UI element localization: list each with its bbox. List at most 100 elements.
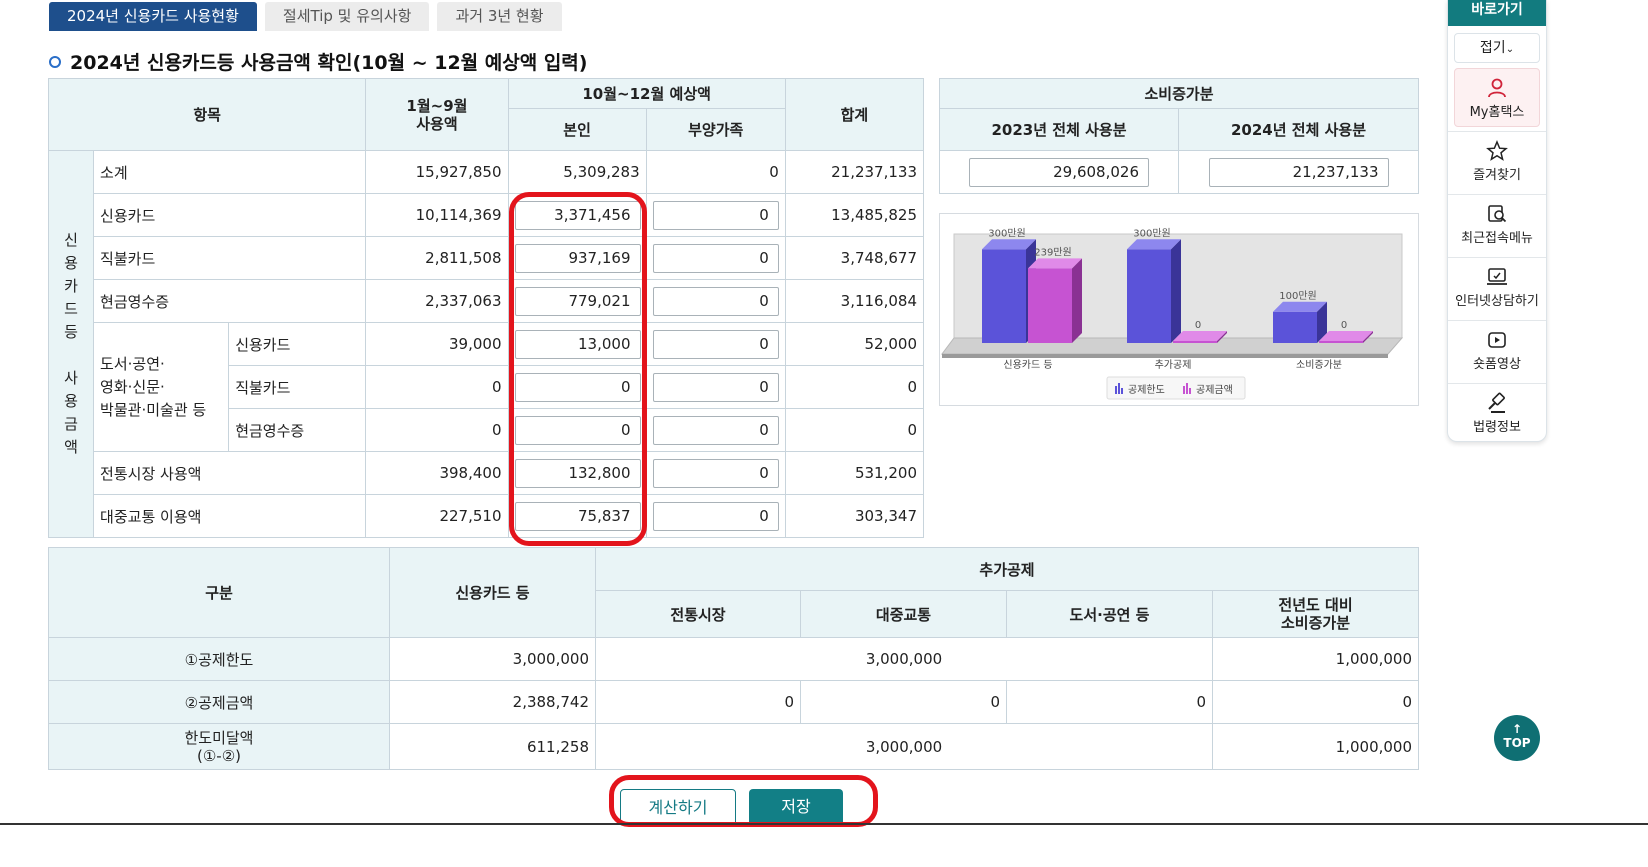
culture-credit-total: 52,000	[784, 322, 925, 366]
culture-debit-total: 0	[784, 365, 925, 409]
subtotal-jan-sep: 15,927,850	[365, 150, 509, 194]
tab-past-3-years[interactable]: 과거 3년 현황	[437, 2, 562, 31]
culture-debit-jan-sep: 0	[365, 365, 509, 409]
legend-icon-bar	[1189, 388, 1191, 394]
gavel-icon	[1488, 392, 1505, 413]
row-label-culture-debit: 직불카드	[228, 365, 367, 409]
row-label-limit: ①공제한도	[48, 637, 390, 681]
amount-card: 2,388,742	[389, 680, 596, 724]
culture-credit-self-input[interactable]: 13,000	[514, 329, 641, 359]
legend-label: 공제금액	[1196, 384, 1233, 396]
credit-self-input[interactable]: 3,371,456	[514, 200, 641, 230]
culture-cash-dependent-input[interactable]: 0	[652, 415, 779, 445]
credit-dependent-input[interactable]: 0	[652, 200, 779, 230]
limit-card: 3,000,000	[389, 637, 596, 681]
group-label-vertical: 신용카드등 사용금액	[47, 150, 95, 538]
culture-debit-dependent-input[interactable]: 0	[652, 372, 779, 402]
tab-2024-usage[interactable]: 2024년 신용카드 사용현황	[49, 2, 257, 31]
bar-1-1	[1173, 341, 1217, 343]
tab-tax-tips[interactable]: 절세Tip 및 유의사항	[264, 2, 430, 31]
legend-icon-bar	[1183, 386, 1185, 394]
group-label-char: 액	[64, 438, 78, 456]
deduction-chart-svg: 300만원 239만원신용카드 등 300만원 0 추가공제 100만원 0 소비증가분공제한…	[941, 227, 1404, 400]
fold-button[interactable]: 접기⌄	[1454, 33, 1540, 63]
legend-icon-bar	[1115, 386, 1117, 394]
header-category: 구분	[48, 547, 390, 638]
bar-side-0-1	[1171, 239, 1181, 343]
culture-credit-dependent-input[interactable]: 0	[652, 329, 779, 359]
person-icon	[1488, 78, 1506, 98]
quick-item-label: 숏폼영상	[1473, 357, 1521, 372]
debit-self-input[interactable]: 937,169	[514, 243, 641, 273]
arrow-up-icon: ↑	[1511, 722, 1523, 736]
cash-jan-sep: 2,337,063	[365, 279, 509, 323]
amount-market: 0	[595, 680, 801, 724]
quick-item-consult[interactable]: 인터넷상담하기	[1448, 257, 1546, 320]
culture-credit-jan-sep: 39,000	[365, 322, 509, 366]
legend-label: 공제한도	[1128, 384, 1165, 396]
chevron-down-icon: ⌄	[1505, 44, 1515, 55]
quick-item-label: 즐겨찾기	[1473, 168, 1521, 183]
header-2023-usage: 2023년 전체 사용분	[939, 108, 1179, 151]
cash-self-input[interactable]: 779,021	[514, 286, 641, 316]
quick-item-label: 최근접속메뉴	[1461, 231, 1533, 246]
market-total: 531,200	[784, 451, 925, 495]
limit-extra: 3,000,000	[595, 637, 1213, 681]
bar-value-label: 0	[1195, 320, 1201, 331]
bar-1-0	[1028, 268, 1072, 343]
fold-label: 접기	[1479, 40, 1506, 56]
page-title: 2024년 신용카드등 사용금액 확인(10월 ~ 12월 예상액 입력)	[49, 48, 587, 75]
cash-dependent-input[interactable]: 0	[652, 286, 779, 316]
market-dependent-input[interactable]: 0	[652, 458, 779, 488]
group-label-char: 카	[64, 277, 78, 295]
quick-item-shorts[interactable]: 숏폼영상	[1448, 320, 1546, 383]
bar-value-label: 300만원	[988, 227, 1026, 239]
side-title: 소비증가분	[938, 78, 1420, 109]
row-label-culture-credit: 신용카드	[228, 322, 367, 366]
calculate-button[interactable]: 계산하기	[620, 789, 736, 825]
header-increase: 전년도 대비 소비증가분	[1211, 590, 1420, 638]
row-label-credit: 신용카드	[93, 193, 367, 237]
subtotal-self: 5,309,283	[507, 150, 647, 194]
quick-item-recent[interactable]: 최근접속메뉴	[1448, 194, 1546, 257]
culture-debit-self-input[interactable]: 0	[514, 372, 641, 402]
header-jan-sep: 1월~9월 사용액	[365, 78, 509, 151]
market-self-input[interactable]: 132,800	[514, 458, 641, 488]
header-transit: 대중교통	[800, 590, 1007, 638]
chart-floor-edge	[942, 354, 1388, 358]
bar-1-2	[1319, 341, 1363, 343]
row-label-culture-cash: 현금영수증	[228, 408, 367, 452]
transit-self-input[interactable]: 75,837	[514, 501, 641, 531]
cash-total: 3,116,084	[784, 279, 925, 323]
legend-icon-bar	[1121, 388, 1123, 394]
group-label-char: 용	[64, 254, 78, 272]
quick-item-favorites[interactable]: 즐겨찾기	[1448, 131, 1546, 194]
culture-cash-self-input[interactable]: 0	[514, 415, 641, 445]
row-label-amount: ②공제금액	[48, 680, 390, 724]
group-label-char: 용	[64, 392, 78, 410]
row-label-remain: 한도미달액 (①-②)	[48, 723, 390, 770]
header-oct-dec: 10월~12월 예상액	[507, 78, 786, 109]
row-label-market: 전통시장 사용액	[93, 451, 367, 495]
debit-dependent-input[interactable]: 0	[652, 243, 779, 273]
quick-item-law[interactable]: 법령정보	[1448, 383, 1546, 446]
group-label-chars: 신용카드등 사용금액	[55, 229, 87, 459]
transit-dependent-input[interactable]: 0	[652, 501, 779, 531]
save-button[interactable]: 저장	[749, 789, 843, 825]
scroll-top-button[interactable]: ↑ TOP	[1494, 715, 1540, 761]
quick-item-label: 인터넷상담하기	[1455, 294, 1539, 309]
header-extra: 추가공제	[594, 547, 1420, 591]
bar-0-1	[1127, 249, 1171, 343]
row-label-cash: 현금영수증	[93, 279, 367, 323]
header-item: 항목	[47, 78, 367, 151]
bar-0-0	[982, 249, 1026, 343]
remain-extra: 3,000,000	[595, 723, 1213, 770]
amount-increase: 0	[1211, 680, 1420, 724]
quick-item-my-hometax[interactable]: My홈택스	[1454, 68, 1540, 127]
usage-2023-field: 29,608,026	[969, 157, 1149, 187]
page-title-text: 2024년 신용카드등 사용금액 확인(10월 ~ 12월 예상액 입력)	[70, 52, 588, 74]
quick-menu: 바로가기 접기⌄ My홈택스 즐겨찾기 최근접속메뉴 인터넷상담하기 숏폼영상 …	[1447, 0, 1547, 442]
subtotal-dependent: 0	[645, 150, 786, 194]
credit-total: 13,485,825	[784, 193, 925, 237]
group-label-char	[55, 344, 87, 367]
